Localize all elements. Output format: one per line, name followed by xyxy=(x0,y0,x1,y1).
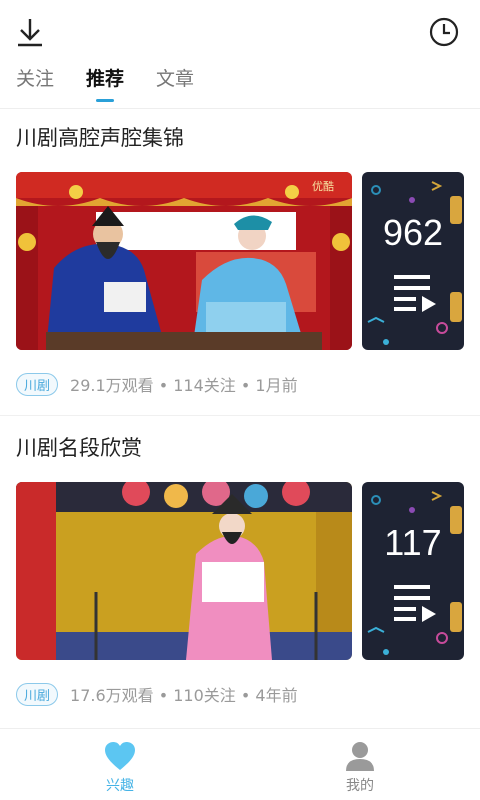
card-meta: 川剧 17.6万观看 • 110关注 • 4年前 xyxy=(16,682,298,706)
download-button[interactable] xyxy=(12,14,48,50)
nav-item-mine[interactable]: 我的 xyxy=(300,729,420,800)
video-thumbnail[interactable]: 优酷 xyxy=(16,172,352,350)
video-count: 962 xyxy=(382,212,444,253)
thumbnail-watermark: 优酷 xyxy=(312,180,334,193)
clock-icon xyxy=(429,17,459,47)
playlist-icon xyxy=(394,585,436,622)
nav-label: 兴趣 xyxy=(106,778,134,794)
opera-stage-image xyxy=(16,482,352,660)
tab-articles[interactable]: 文章 xyxy=(156,62,194,108)
top-bar xyxy=(0,0,480,62)
active-tab-indicator xyxy=(96,99,115,102)
pattern-decoration xyxy=(367,491,462,655)
history-button[interactable] xyxy=(426,14,462,50)
card-meta: 川剧 29.1万观看 • 114关注 • 1月前 xyxy=(16,372,298,396)
category-tag[interactable]: 川剧 xyxy=(16,682,59,706)
video-thumbnail[interactable] xyxy=(16,482,352,660)
opera-stage-image: 优酷 xyxy=(16,172,352,350)
pattern-decoration xyxy=(367,181,462,345)
user-icon xyxy=(346,742,374,771)
tab-follow[interactable]: 关注 xyxy=(16,62,54,108)
meta-stats: 29.1万观看 • 114关注 • 1月前 xyxy=(70,376,298,395)
tab-label: 关注 xyxy=(16,68,55,90)
tab-recommend[interactable]: 推荐 xyxy=(86,62,124,108)
playlist-panel[interactable]: 117 xyxy=(362,482,464,660)
video-count: 117 xyxy=(384,522,442,563)
playlist-icon xyxy=(394,275,436,312)
tab-label: 文章 xyxy=(156,68,195,90)
playlist-panel[interactable]: 962 xyxy=(362,172,464,350)
divider xyxy=(0,108,480,109)
meta-stats: 17.6万观看 • 110关注 • 4年前 xyxy=(70,686,298,705)
divider xyxy=(0,415,480,416)
nav-item-interest[interactable]: 兴趣 xyxy=(60,729,180,800)
heart-icon xyxy=(105,742,135,770)
bottom-nav: 兴趣 我的 xyxy=(0,728,480,800)
tab-bar: 关注 推荐 文章 xyxy=(0,62,480,108)
nav-label: 我的 xyxy=(346,778,374,794)
card-title: 川剧高腔声腔集锦 xyxy=(16,126,184,150)
card-title: 川剧名段欣赏 xyxy=(16,436,142,460)
download-icon xyxy=(18,19,42,47)
category-tag[interactable]: 川剧 xyxy=(16,372,59,396)
tab-label: 推荐 xyxy=(86,68,125,90)
